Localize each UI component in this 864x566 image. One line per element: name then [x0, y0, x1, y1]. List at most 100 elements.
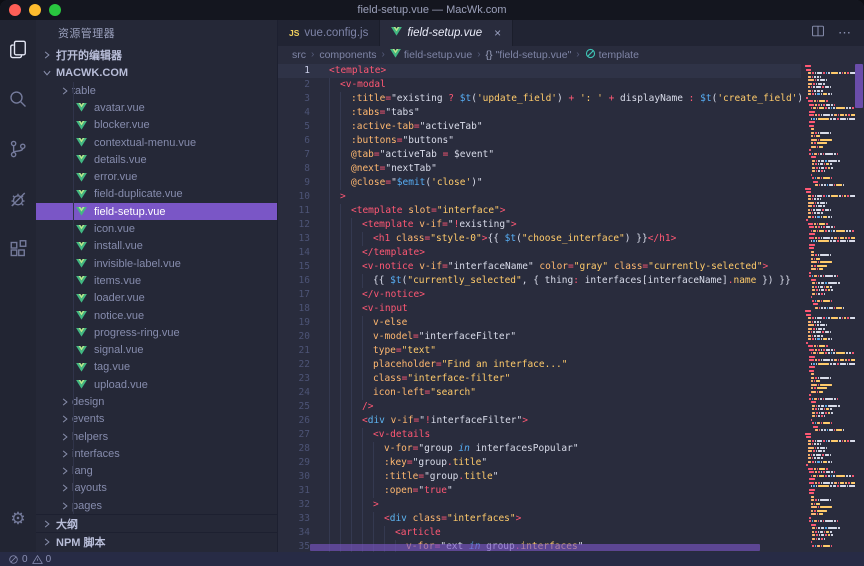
code-line-17[interactable]: 17</v-notice> — [278, 288, 801, 302]
code-line-23[interactable]: 23class="interface-filter" — [278, 372, 801, 386]
code-line-2[interactable]: 2<v-modal — [278, 78, 801, 92]
activity-item-debug[interactable] — [0, 176, 36, 226]
code-line-24[interactable]: 24icon-left="search" — [278, 386, 801, 400]
file-name: table — [72, 85, 96, 97]
activity-item-extensions[interactable] — [0, 226, 36, 276]
tree-item-upload.vue[interactable]: upload.vue — [36, 376, 277, 393]
activity-item-source-control[interactable] — [0, 126, 36, 176]
tree-item-helpers[interactable]: helpers — [36, 428, 277, 445]
code-line-15[interactable]: 15<v-notice v-if="interfaceName" color="… — [278, 260, 801, 274]
code-line-4[interactable]: 4:tabs="tabs" — [278, 106, 801, 120]
line-number: 6 — [278, 134, 329, 148]
code-line-26[interactable]: 26<div v-if="!interfaceFilter"> — [278, 414, 801, 428]
tree-item-invisible-label.vue[interactable]: invisible-label.vue — [36, 255, 277, 272]
tree-item-events[interactable]: events — [36, 411, 277, 428]
minimize-window-button[interactable] — [29, 4, 41, 16]
vue-file-icon — [76, 363, 89, 372]
code-line-10[interactable]: 10> — [278, 190, 801, 204]
tree-item-lang[interactable]: lang — [36, 463, 277, 480]
tree-item-loader.vue[interactable]: loader.vue — [36, 290, 277, 307]
vue-file-icon — [76, 311, 89, 320]
code-line-13[interactable]: 13<h1 class="style-0">{{ $t("choose_inte… — [278, 232, 801, 246]
tree-item-items.vue[interactable]: items.vue — [36, 272, 277, 289]
code-line-14[interactable]: 14</template> — [278, 246, 801, 260]
code-line-7[interactable]: 7@tab="activeTab = $event" — [278, 148, 801, 162]
tree-item-install.vue[interactable]: install.vue — [36, 238, 277, 255]
tree-item-notice.vue[interactable]: notice.vue — [36, 307, 277, 324]
code-editor[interactable]: 1<template>2<v-modal3:title="existing ? … — [278, 63, 801, 552]
code-line-21[interactable]: 21type="text" — [278, 344, 801, 358]
horizontal-scrollbar-thumb[interactable] — [310, 544, 760, 551]
editor-tab-vue-config-js[interactable]: JSvue.config.js — [278, 20, 380, 46]
breadcrumb-item[interactable]: field-setup.vue — [390, 49, 472, 61]
code-line-12[interactable]: 12<template v-if="!existing"> — [278, 218, 801, 232]
tree-item-progress-ring.vue[interactable]: progress-ring.vue — [36, 324, 277, 341]
npm-scripts-section[interactable]: NPM 脚本 — [36, 532, 277, 550]
close-window-button[interactable] — [9, 4, 21, 16]
outline-section[interactable]: 大纲 — [36, 514, 277, 532]
more-actions-button[interactable]: ⋯ — [838, 25, 852, 41]
activity-item-explorer[interactable] — [0, 26, 36, 76]
tree-item-field-setup.vue[interactable]: field-setup.vue — [36, 203, 277, 220]
breadcrumb-item[interactable]: components — [319, 49, 376, 61]
line-number: 33 — [278, 512, 329, 526]
zoom-window-button[interactable] — [49, 4, 61, 16]
code-line-20[interactable]: 20v-model="interfaceFilter" — [278, 330, 801, 344]
tree-item-contextual-menu.vue[interactable]: contextual-menu.vue — [36, 134, 277, 151]
code-line-30[interactable]: 30:title="group.title" — [278, 470, 801, 484]
tree-item-table[interactable]: table — [36, 82, 277, 99]
tree-item-avatar.vue[interactable]: avatar.vue — [36, 99, 277, 116]
tree-item-error.vue[interactable]: error.vue — [36, 168, 277, 185]
tree-item-icon.vue[interactable]: icon.vue — [36, 220, 277, 237]
breadcrumb-item[interactable]: {}"field-setup.vue" — [486, 49, 572, 61]
code-line-31[interactable]: 31:open="true" — [278, 484, 801, 498]
code-line-6[interactable]: 6:buttons="buttons" — [278, 134, 801, 148]
code-line-11[interactable]: 11<template slot="interface"> — [278, 204, 801, 218]
problems-status[interactable]: 0 0 — [8, 554, 51, 565]
code-line-27[interactable]: 27<v-details — [278, 428, 801, 442]
code-line-32[interactable]: 32> — [278, 498, 801, 512]
code-line-28[interactable]: 28v-for="group in interfacesPopular" — [278, 442, 801, 456]
code-line-16[interactable]: 16{{ $t("currently_selected", { thing: i… — [278, 274, 801, 288]
activity-item-search[interactable] — [0, 76, 36, 126]
code-line-5[interactable]: 5:active-tab="activeTab" — [278, 120, 801, 134]
tree-item-pages[interactable]: pages — [36, 497, 277, 514]
breadcrumb-item[interactable]: template — [585, 48, 639, 62]
tree-item-details.vue[interactable]: details.vue — [36, 151, 277, 168]
tree-item-signal.vue[interactable]: signal.vue — [36, 341, 277, 358]
code-line-25[interactable]: 25/> — [278, 400, 801, 414]
code-line-34[interactable]: 34<article — [278, 526, 801, 540]
code-line-22[interactable]: 22placeholder="Find an interface..." — [278, 358, 801, 372]
code-line-1[interactable]: 1<template> — [278, 64, 801, 78]
minimap[interactable] — [801, 63, 855, 552]
settings-button[interactable]: ⚙ — [0, 494, 36, 544]
tree-item-blocker.vue[interactable]: blocker.vue — [36, 117, 277, 134]
error-status[interactable]: 0 — [8, 554, 28, 565]
warning-status[interactable]: 0 — [32, 554, 52, 565]
extensions-icon — [8, 239, 28, 264]
code-line-19[interactable]: 19v-else — [278, 316, 801, 330]
code-line-9[interactable]: 9@close="$emit('close')" — [278, 176, 801, 190]
workspace-root-section[interactable]: MACWK.COM — [36, 64, 277, 82]
code-line-18[interactable]: 18<v-input — [278, 302, 801, 316]
editor-tab-field-setup-vue[interactable]: field-setup.vue× — [380, 20, 513, 46]
tree-item-field-duplicate.vue[interactable]: field-duplicate.vue — [36, 186, 277, 203]
chevron-right-icon — [58, 481, 72, 495]
window-controls — [9, 4, 61, 16]
code-line-8[interactable]: 8@next="nextTab" — [278, 162, 801, 176]
close-tab-icon[interactable]: × — [494, 26, 501, 40]
line-number: 11 — [278, 204, 329, 218]
split-editor-button[interactable] — [811, 24, 825, 43]
vertical-scrollbar[interactable] — [855, 63, 864, 552]
tree-item-tag.vue[interactable]: tag.vue — [36, 359, 277, 376]
code-line-33[interactable]: 33<div class="interfaces"> — [278, 512, 801, 526]
tree-item-interfaces[interactable]: interfaces — [36, 445, 277, 462]
open-editors-section[interactable]: 打开的编辑器 — [36, 46, 277, 64]
line-number: 8 — [278, 162, 329, 176]
tree-item-design[interactable]: design — [36, 393, 277, 410]
code-line-29[interactable]: 29:key="group.title" — [278, 456, 801, 470]
breadcrumb-item[interactable]: src — [292, 49, 306, 61]
tree-item-layouts[interactable]: layouts — [36, 480, 277, 497]
code-line-3[interactable]: 3:title="existing ? $t('update_field') +… — [278, 92, 801, 106]
vertical-scrollbar-thumb[interactable] — [855, 64, 863, 108]
